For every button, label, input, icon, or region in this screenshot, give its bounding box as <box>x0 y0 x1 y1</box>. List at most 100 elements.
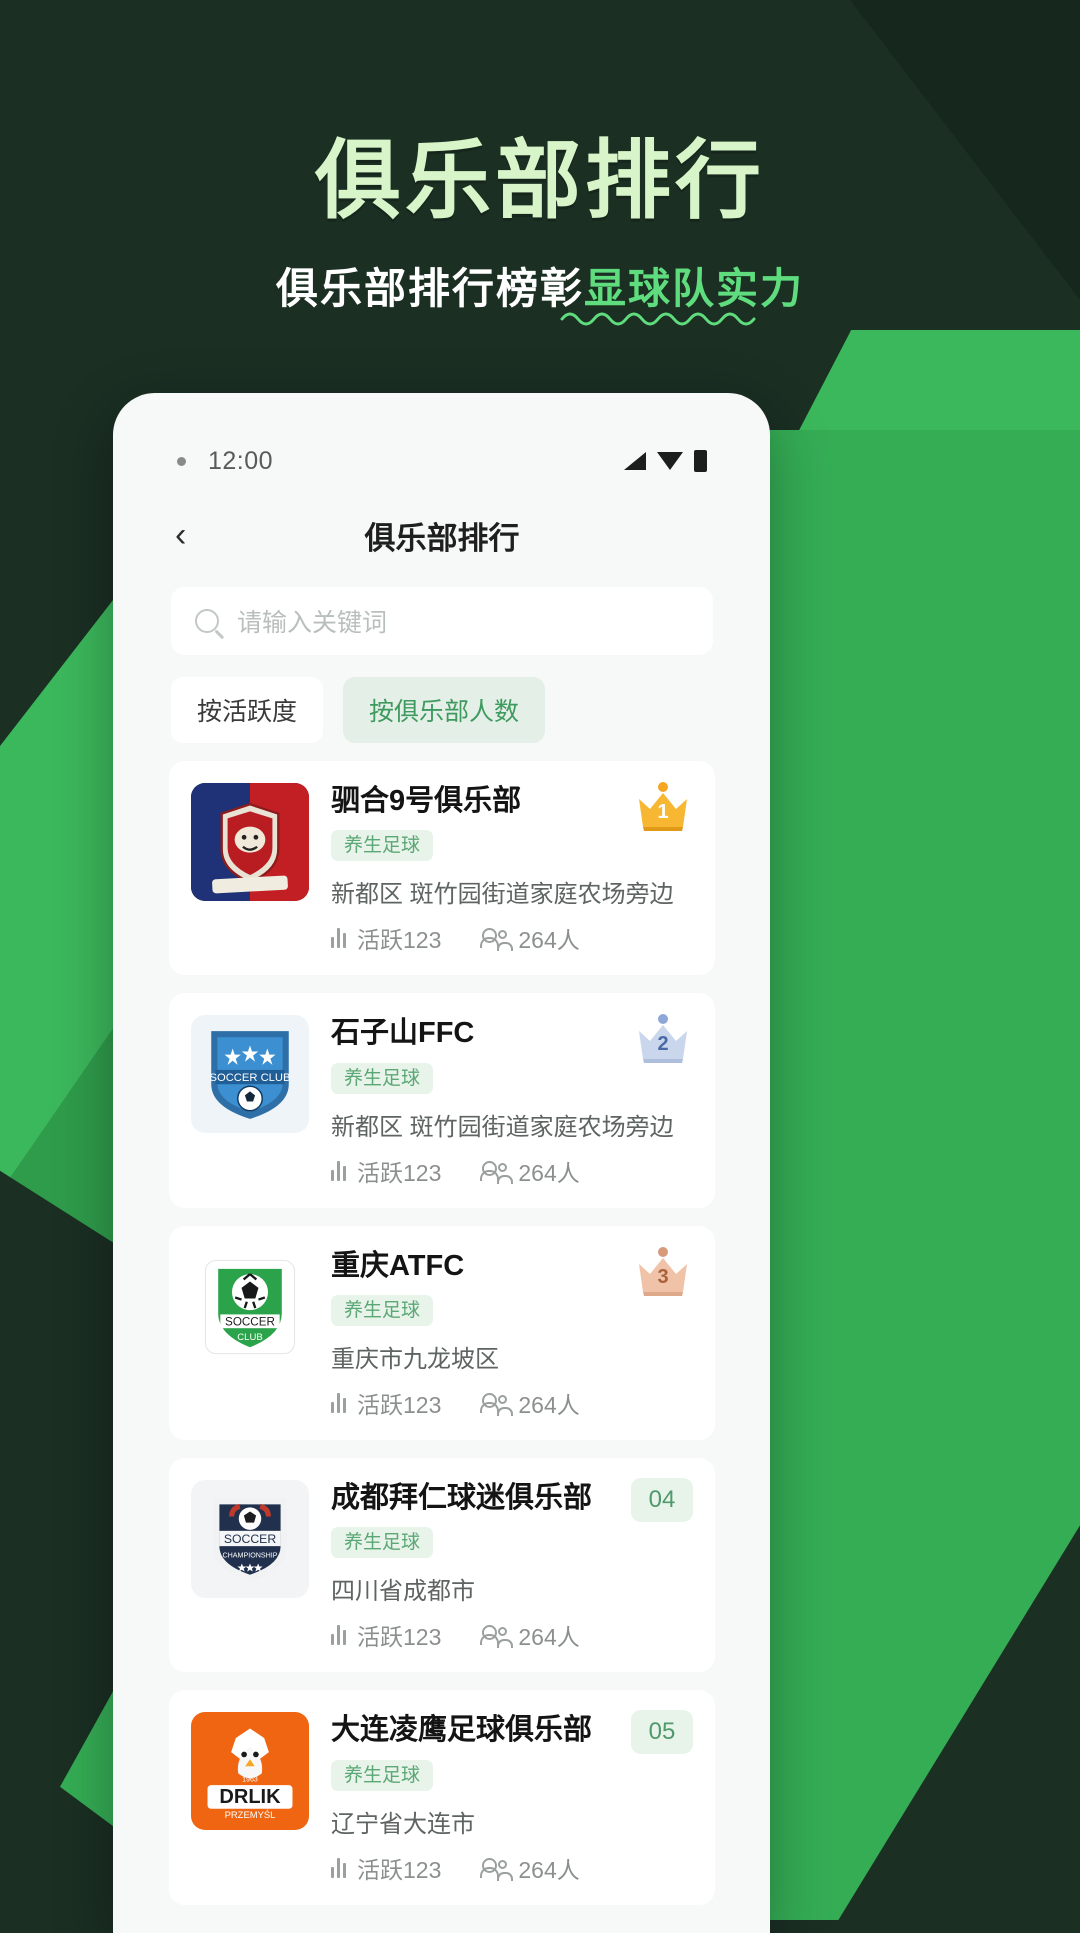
club-stats: 活跃123 264人 <box>331 1154 693 1188</box>
status-icons <box>624 450 707 472</box>
club-address: 新都区 斑竹园街道家庭农场旁边 <box>331 881 674 909</box>
svg-text:SOCCER: SOCCER <box>225 1315 275 1328</box>
club-tag: 养生足球 <box>331 1062 434 1094</box>
club-list: 驷合9号俱乐部 养生足球 新都区 斑竹园街道家庭农场旁边 活跃123 264人 <box>147 761 737 1933</box>
club-activity-value: 活跃123 <box>357 1856 442 1883</box>
club-stats: 活跃123 264人 <box>331 1618 693 1652</box>
page-title: 俱乐部排行 <box>315 133 765 229</box>
wavy-underline-icon <box>560 312 756 326</box>
club-stats: 活跃123 264人 <box>331 1386 693 1420</box>
people-icon <box>480 1160 514 1184</box>
club-members-value: 264人 <box>518 1856 580 1883</box>
hero-section: 俱乐部排行 俱乐部排行榜彰显球队实力 <box>0 0 1080 326</box>
filter-chip-members[interactable]: 按俱乐部人数 <box>343 677 546 743</box>
club-address: 辽宁省大连市 <box>331 1810 475 1838</box>
bar-chart-icon <box>331 928 346 949</box>
crown-gold-icon: 1 <box>633 781 693 833</box>
nav-bar: ‹ 俱乐部排行 <box>147 493 737 577</box>
back-button[interactable]: ‹ <box>175 518 186 552</box>
rank-badge-2: 2 <box>633 1013 693 1065</box>
status-bar: 12:00 <box>147 429 737 493</box>
club-members-value: 264人 <box>518 1392 580 1419</box>
svg-text:PRZEMYŚL: PRZEMYŚL <box>225 1810 276 1821</box>
club-activity: 活跃123 <box>331 921 441 955</box>
people-icon <box>480 1857 514 1881</box>
people-icon <box>480 1625 514 1649</box>
crown-bronze-icon: 3 <box>633 1246 693 1298</box>
club-members: 264人 <box>480 1386 580 1420</box>
search-section: 请输入关键词 <box>147 577 737 655</box>
club-activity-value: 活跃123 <box>357 1159 442 1186</box>
crown-silver-icon: 2 <box>633 1013 693 1065</box>
hero-subtitle-accent: 显球队实力 <box>584 265 805 313</box>
battery-icon <box>694 450 707 472</box>
club-logo-soccer-club-green: SOCCER CLUB <box>191 1247 309 1366</box>
club-logo-tiger <box>191 783 309 901</box>
club-tag: 养生足球 <box>331 1759 434 1791</box>
filter-chip-activity[interactable]: 按活跃度 <box>171 677 324 743</box>
svg-text:CLUB: CLUB <box>237 1332 262 1343</box>
wifi-icon <box>657 452 683 470</box>
bar-chart-icon <box>331 1625 346 1646</box>
people-icon <box>480 928 514 952</box>
svg-text:SOCCER: SOCCER <box>224 1532 277 1546</box>
signal-icon <box>624 452 646 470</box>
club-members-value: 264人 <box>518 1159 580 1186</box>
rank-number: 3 <box>657 1265 669 1288</box>
hero-subtitle-wrap: 俱乐部排行榜彰显球队实力 <box>275 255 805 326</box>
search-box[interactable]: 请输入关键词 <box>171 587 713 655</box>
club-list-item[interactable]: SOCCER CLUB 石子山FFC 养生足球 新都区 斑竹园街道家庭农场旁边 … <box>169 993 715 1208</box>
svg-text:1963: 1963 <box>242 1776 258 1784</box>
people-icon <box>480 1393 514 1417</box>
club-list-item[interactable]: SOCCER CLUB 重庆ATFC 养生足球 重庆市九龙坡区 活跃123 26… <box>169 1225 715 1441</box>
rank-badge-4: 04 <box>631 1478 693 1523</box>
search-input[interactable]: 请输入关键词 <box>237 603 387 639</box>
club-activity: 活跃123 <box>331 1618 441 1652</box>
rank-number: 05 <box>631 1710 693 1755</box>
club-logo-soccer-championship: SOCCER CHAMPIONSHIP <box>191 1480 309 1599</box>
phone-mockup: 12:00 ‹ 俱乐部排行 请输入关键词 按活跃度 按俱乐部人数 驷合9号俱乐部… <box>113 393 770 1933</box>
bar-chart-icon <box>331 1160 346 1181</box>
rank-number: 04 <box>631 1478 693 1523</box>
rank-badge-1: 1 <box>633 781 693 833</box>
club-stats: 活跃123 264人 <box>331 1851 693 1885</box>
club-activity-value: 活跃123 <box>357 1392 442 1419</box>
club-address: 新都区 斑竹园街道家庭农场旁边 <box>331 1113 674 1141</box>
club-tag: 养生足球 <box>331 1527 434 1559</box>
club-list-item[interactable]: DRLIK PRZEMYŚL 1963 大连凌鹰足球俱乐部 养生足球 辽宁省大连… <box>169 1690 715 1905</box>
club-list-item[interactable]: 驷合9号俱乐部 养生足球 新都区 斑竹园街道家庭农场旁边 活跃123 264人 <box>169 761 715 976</box>
club-members-value: 264人 <box>518 1624 580 1651</box>
club-members-value: 264人 <box>518 927 580 954</box>
club-activity-value: 活跃123 <box>357 927 442 954</box>
club-activity: 活跃123 <box>331 1851 441 1885</box>
club-members: 264人 <box>480 1154 580 1188</box>
club-tag: 养生足球 <box>331 830 434 862</box>
bar-chart-icon <box>331 1857 346 1878</box>
club-logo-drlik-eagle: DRLIK PRZEMYŚL 1963 <box>191 1712 309 1831</box>
club-members: 264人 <box>480 1618 580 1652</box>
svg-text:CHAMPIONSHIP: CHAMPIONSHIP <box>222 1551 277 1559</box>
rank-number: 2 <box>657 1033 669 1056</box>
status-dot-icon <box>177 456 186 466</box>
club-logo-soccer-club-blue: SOCCER CLUB <box>191 1015 309 1134</box>
club-members: 264人 <box>480 921 580 955</box>
club-activity-value: 活跃123 <box>357 1624 442 1651</box>
bar-chart-icon <box>331 1393 346 1414</box>
club-address: 四川省成都市 <box>331 1578 475 1606</box>
hero-subtitle-plain: 俱乐部排行榜彰 <box>275 265 584 313</box>
svg-text:DRLIK: DRLIK <box>219 1786 281 1808</box>
club-list-item[interactable]: SOCCER CHAMPIONSHIP 成都拜仁球迷俱乐部 养生足球 四川省成都… <box>169 1458 715 1673</box>
rank-badge-5: 05 <box>631 1710 693 1755</box>
club-activity: 活跃123 <box>331 1154 441 1188</box>
club-tag: 养生足球 <box>331 1295 434 1327</box>
rank-badge-3: 3 <box>633 1246 693 1298</box>
nav-title: 俱乐部排行 <box>364 520 520 556</box>
svg-text:SOCCER CLUB: SOCCER CLUB <box>210 1072 291 1084</box>
club-address: 重庆市九龙坡区 <box>331 1346 499 1374</box>
status-time: 12:00 <box>208 446 274 475</box>
phone-screen: 12:00 ‹ 俱乐部排行 请输入关键词 按活跃度 按俱乐部人数 驷合9号俱乐部… <box>147 429 737 1933</box>
filter-chips: 按活跃度 按俱乐部人数 <box>147 655 737 761</box>
club-stats: 活跃123 264人 <box>331 921 693 955</box>
search-icon <box>195 609 219 633</box>
rank-number: 1 <box>657 801 669 823</box>
